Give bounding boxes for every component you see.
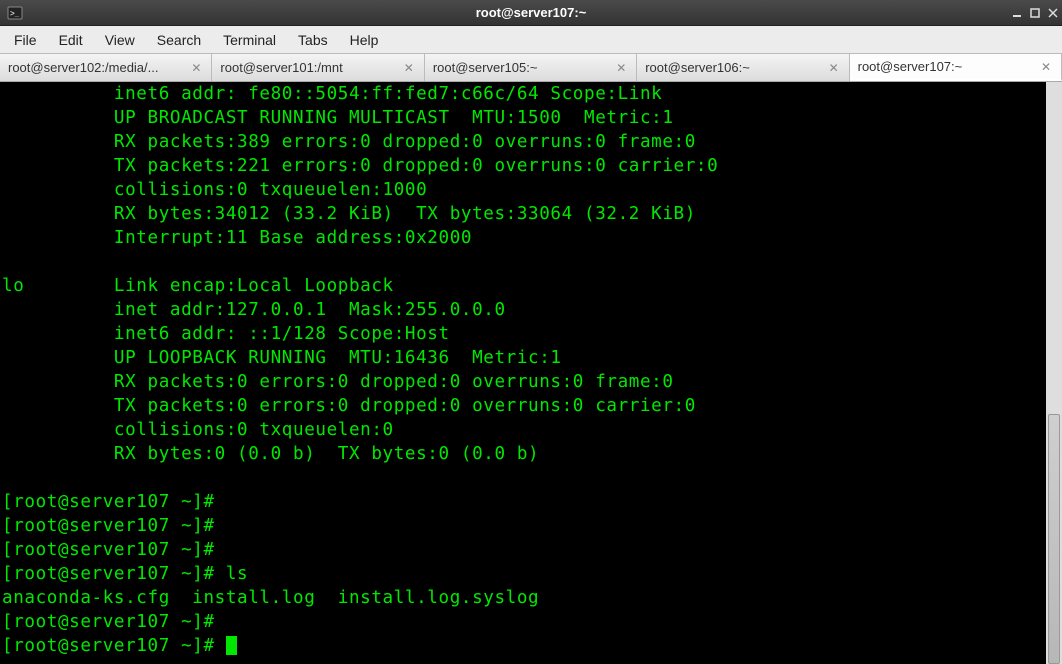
- tab-server107[interactable]: root@server107:~ ✕: [850, 54, 1062, 81]
- tab-label: root@server106:~: [645, 60, 822, 75]
- close-icon[interactable]: ✕: [1039, 60, 1053, 74]
- menu-bar: File Edit View Search Terminal Tabs Help: [0, 26, 1062, 54]
- close-icon[interactable]: ✕: [189, 61, 203, 75]
- terminal-output[interactable]: inet6 addr: fe80::5054:ff:fed7:c66c/64 S…: [0, 82, 1046, 664]
- tab-server106[interactable]: root@server106:~ ✕: [637, 54, 849, 81]
- svg-text:>_: >_: [10, 9, 20, 18]
- close-button[interactable]: [1044, 4, 1062, 22]
- menu-search[interactable]: Search: [147, 28, 211, 52]
- menu-file[interactable]: File: [4, 28, 47, 52]
- terminal-icon: >_: [6, 4, 24, 22]
- close-icon[interactable]: ✕: [827, 61, 841, 75]
- tab-label: root@server102:/media/...: [8, 60, 185, 75]
- tab-server102[interactable]: root@server102:/media/... ✕: [0, 54, 212, 81]
- tab-server101[interactable]: root@server101:/mnt ✕: [212, 54, 424, 81]
- minimize-button[interactable]: [1008, 4, 1026, 22]
- tab-label: root@server101:/mnt: [220, 60, 397, 75]
- tab-label: root@server105:~: [433, 60, 610, 75]
- cursor: [226, 636, 237, 655]
- menu-tabs[interactable]: Tabs: [288, 28, 338, 52]
- menu-terminal[interactable]: Terminal: [213, 28, 286, 52]
- close-icon[interactable]: ✕: [614, 61, 628, 75]
- scrollbar[interactable]: [1046, 82, 1062, 664]
- scroll-thumb[interactable]: [1048, 414, 1060, 664]
- tab-server105[interactable]: root@server105:~ ✕: [425, 54, 637, 81]
- menu-view[interactable]: View: [95, 28, 145, 52]
- menu-edit[interactable]: Edit: [49, 28, 93, 52]
- maximize-button[interactable]: [1026, 4, 1044, 22]
- terminal-tabs: root@server102:/media/... ✕ root@server1…: [0, 54, 1062, 82]
- window-titlebar: >_ root@server107:~: [0, 0, 1062, 26]
- window-title: root@server107:~: [0, 5, 1062, 20]
- close-icon[interactable]: ✕: [402, 61, 416, 75]
- menu-help[interactable]: Help: [340, 28, 389, 52]
- tab-label: root@server107:~: [858, 59, 1035, 74]
